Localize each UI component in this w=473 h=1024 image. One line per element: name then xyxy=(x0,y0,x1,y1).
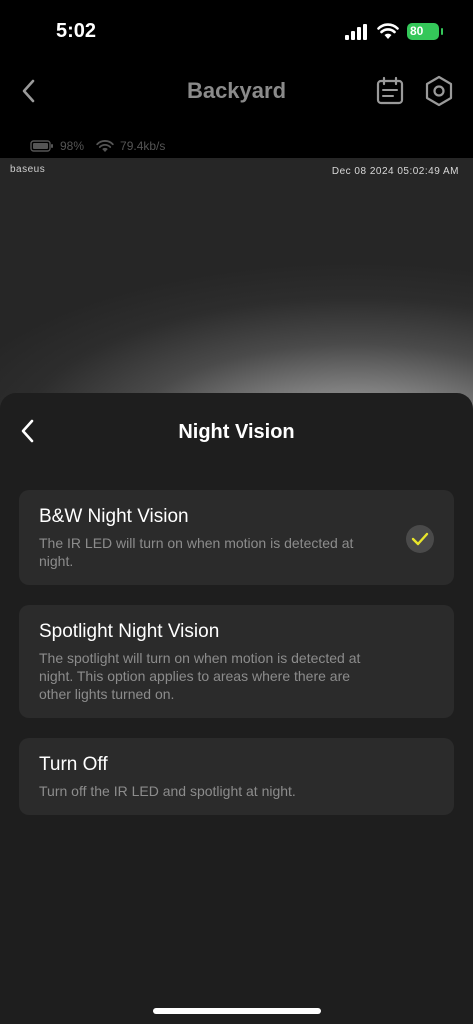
wifi-icon xyxy=(377,23,399,39)
camera-bitrate: 79.4kb/s xyxy=(120,139,166,153)
gear-icon[interactable] xyxy=(424,75,454,107)
option-spotlight-night-vision[interactable]: Spotlight Night Vision The spotlight wil… xyxy=(19,605,454,718)
wifi-icon xyxy=(96,139,114,152)
camera-brand: baseus xyxy=(10,164,46,175)
camera-battery: 98% xyxy=(60,139,85,153)
home-indicator[interactable] xyxy=(153,1008,321,1014)
option-title: Turn Off xyxy=(39,754,108,775)
night-vision-sheet: Night Vision B&W Night Vision The IR LED… xyxy=(0,393,473,1024)
battery-icon xyxy=(30,140,53,152)
option-description: The IR LED will turn on when motion is d… xyxy=(39,535,354,569)
calendar-icon[interactable] xyxy=(375,76,405,106)
battery-indicator: 80 xyxy=(407,23,443,40)
signal-icon xyxy=(345,24,367,40)
status-bar: 5:02 80 xyxy=(0,0,473,62)
option-title: Spotlight Night Vision xyxy=(39,621,220,642)
option-title: B&W Night Vision xyxy=(39,506,189,527)
video-feed[interactable]: baseus Dec 08 2024 05:02:49 AM xyxy=(0,158,473,418)
selected-checkmark xyxy=(406,525,434,553)
sheet-title: Night Vision xyxy=(178,421,295,443)
camera-info: 98% 79.4kb/s xyxy=(30,136,165,156)
nav-header: Backyard xyxy=(0,62,473,122)
checkmark-icon xyxy=(411,532,429,546)
option-bw-night-vision[interactable]: B&W Night Vision The IR LED will turn on… xyxy=(19,490,454,585)
video-timestamp: Dec 08 2024 05:02:49 AM xyxy=(331,166,459,177)
option-description: The spotlight will turn on when motion i… xyxy=(39,650,361,702)
status-time: 5:02 xyxy=(56,20,97,42)
battery-level: 80 xyxy=(410,24,424,38)
option-description: Turn off the IR LED and spotlight at nig… xyxy=(39,783,296,799)
option-turn-off[interactable]: Turn Off Turn off the IR LED and spotlig… xyxy=(19,738,454,815)
